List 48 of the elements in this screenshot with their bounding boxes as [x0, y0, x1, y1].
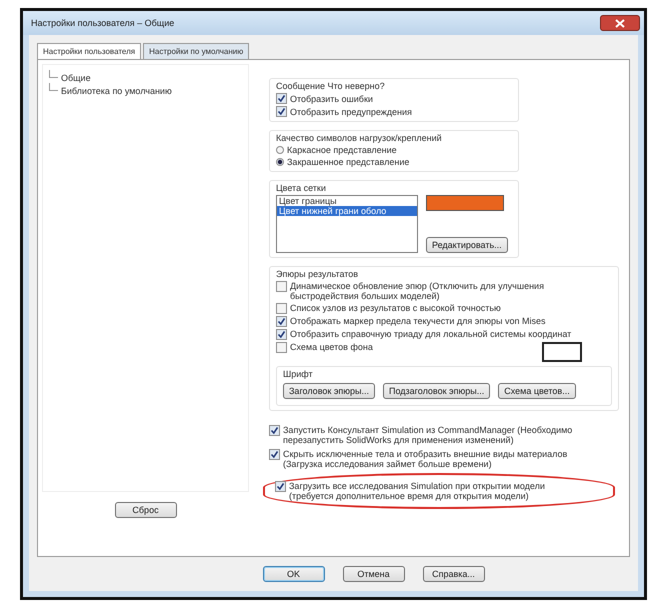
checkbox[interactable]	[269, 449, 280, 460]
checkbox-label: Отобразить ошибки	[290, 94, 373, 104]
close-button[interactable]	[600, 15, 640, 31]
radio-label: Закрашенное представление	[287, 157, 410, 167]
checkbox[interactable]	[276, 106, 287, 117]
color-swatch[interactable]	[542, 342, 582, 362]
checkbox[interactable]	[276, 316, 287, 327]
group-title: Качество символов нагрузок/креплений	[276, 133, 443, 143]
radio-button[interactable]	[276, 146, 284, 154]
close-icon	[615, 18, 625, 28]
checkbox[interactable]	[269, 425, 280, 436]
group-title: Цвета сетки	[276, 183, 327, 193]
tab[interactable]: Настройки пользователя	[37, 43, 142, 59]
checkbox-label: Отобразить справочную триаду для локальной системы координат	[290, 329, 572, 339]
dialog-button[interactable]: OK	[262, 566, 324, 582]
checkbox-label: Отобразить предупреждения	[290, 106, 412, 116]
checkbox-label: Схема цветов фона	[290, 342, 373, 352]
checkbox[interactable]	[276, 303, 287, 314]
list-item[interactable]: Цвет границы	[277, 196, 417, 206]
group-title: Сообщение Что неверно?	[276, 81, 386, 91]
radio-button[interactable]	[276, 158, 284, 166]
color-swatch[interactable]	[426, 195, 504, 211]
tree-item[interactable]: Общие	[61, 72, 91, 82]
checkbox[interactable]	[276, 93, 287, 104]
group-title: Шрифт	[283, 369, 314, 379]
font-button[interactable]: Заголовок эпюры...	[283, 383, 376, 399]
checkbox-label: Загрузить все исследования Simulation при открытии модели (требуется дополнительное время для открытия модели)	[289, 481, 546, 501]
group-title: Эпюры результатов	[276, 269, 360, 279]
dialog-button[interactable]: Справка...	[422, 566, 484, 582]
checkbox-label: Список узлов из результатов с высокой точностью	[290, 303, 501, 313]
list-item[interactable]: Цвет нижней грани оболо	[277, 206, 417, 216]
tree-item[interactable]: Библиотека по умолчанию	[61, 86, 172, 96]
checkbox[interactable]	[276, 281, 287, 292]
dialog-button[interactable]: Отмена	[342, 566, 404, 582]
font-button[interactable]: Подзаголовок эпюры...	[383, 383, 490, 399]
radio-label: Каркасное представление	[287, 145, 397, 155]
reset-button[interactable]: Сброс	[114, 502, 176, 518]
window-title: Настройки пользователя – Общие	[31, 18, 174, 28]
checkbox-label: Запустить Консультант Simulation из CommandManager (Необходимо перезапустить SolidWorks для применения изменений)	[283, 425, 574, 445]
checkbox-label: Отображать маркер предела текучести для эпюры von Mises	[290, 316, 546, 326]
checkbox-label: Скрыть исключенные тела и отобразить внешние виды материалов (Загрузка исследования займет больше времени)	[283, 449, 568, 469]
checkbox-label: Динамическое обновление эпюр (Отключить для улучшения быстродействия больших моделей)	[290, 281, 545, 301]
checkbox[interactable]	[276, 329, 287, 340]
font-button[interactable]: Схема цветов...	[498, 383, 576, 399]
edit-button[interactable]: Редактировать...	[426, 237, 508, 253]
checkbox[interactable]	[276, 342, 287, 353]
tab[interactable]: Настройки по умолчанию	[143, 43, 250, 59]
checkbox[interactable]	[275, 481, 286, 492]
